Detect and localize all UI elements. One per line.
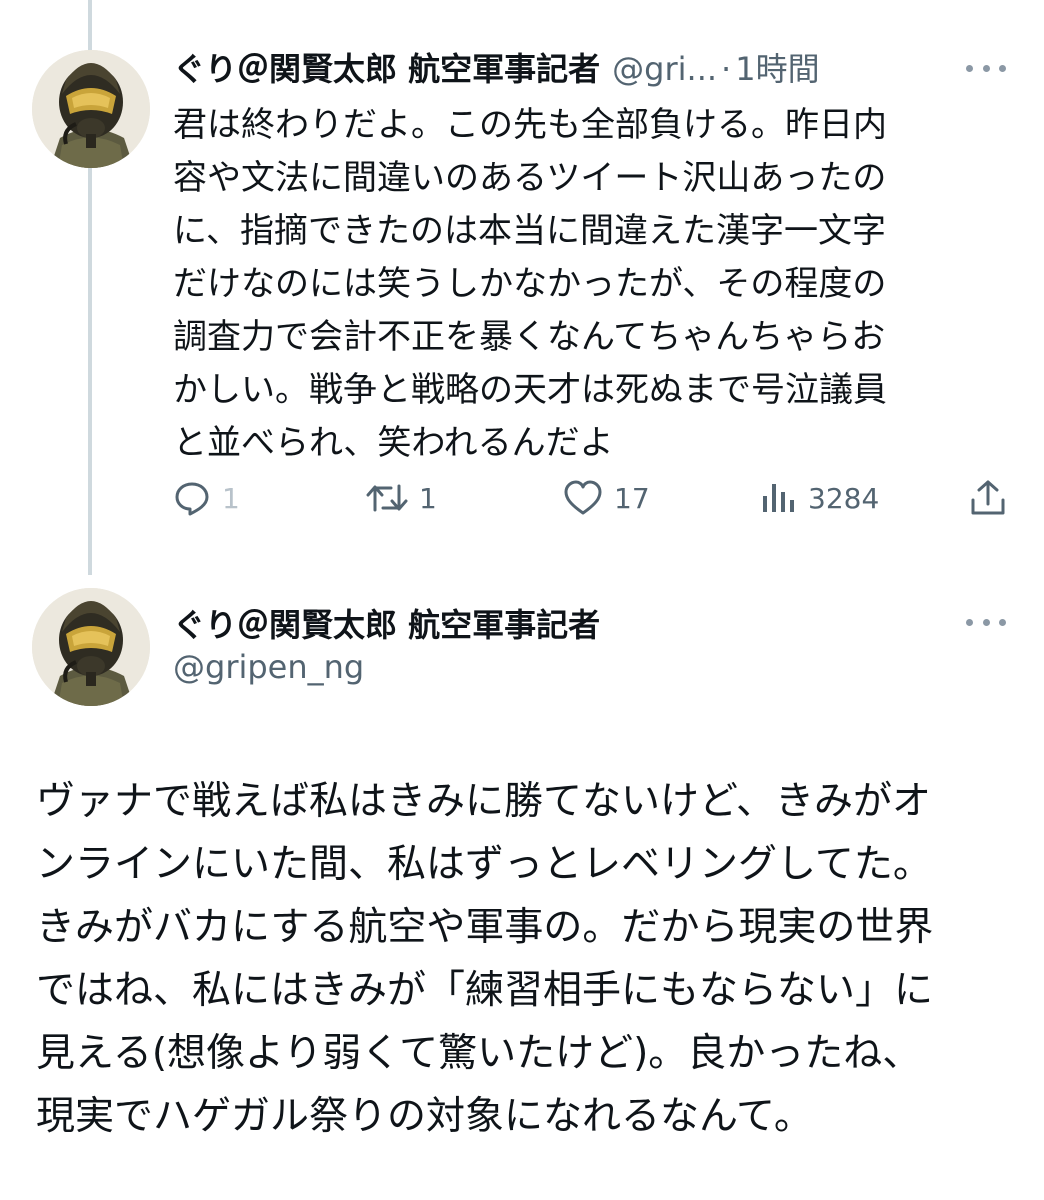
avatar[interactable]: [32, 50, 150, 168]
more-dot-icon: [982, 618, 990, 626]
retweet-button[interactable]: 1: [365, 470, 437, 526]
like-button[interactable]: 17: [562, 470, 650, 526]
display-name[interactable]: ぐり＠関賢太郎 航空軍事記者: [173, 44, 600, 90]
views-button[interactable]: 3284: [760, 470, 879, 526]
more-dot-icon: [966, 64, 973, 72]
handle[interactable]: @gripen_ng: [173, 648, 364, 686]
more-dot-icon: [999, 618, 1006, 626]
more-options-button[interactable]: [966, 58, 1006, 78]
separator: ·: [721, 50, 732, 88]
pilot-helmet-avatar-image: [32, 50, 150, 168]
handle[interactable]: @gri...: [612, 50, 717, 88]
retweet-count: 1: [419, 481, 437, 515]
share-button[interactable]: [968, 470, 1008, 526]
more-dot-icon: [999, 64, 1006, 72]
more-options-button[interactable]: [966, 612, 1006, 632]
retweet-arrows-icon: [366, 484, 408, 512]
tweet-text: ヴァナで戦えば私はきみに勝てないけど、きみがオ ンラインにいた間、私はずっとレベ…: [36, 779, 934, 1139]
like-count: 17: [614, 481, 650, 515]
display-name[interactable]: ぐり＠関賢太郎 航空軍事記者: [173, 600, 600, 646]
more-dot-icon: [966, 618, 973, 626]
heart-icon: [564, 480, 602, 515]
share-upload-icon: [971, 480, 1005, 515]
reply-header: ぐり＠関賢太郎 航空軍事記者 @gri... · 1時間: [173, 44, 963, 94]
avatar[interactable]: [32, 588, 150, 706]
reply-button[interactable]: 1: [172, 470, 240, 526]
reply-count: 1: [222, 481, 240, 515]
speech-bubble-icon: [175, 482, 209, 516]
timestamp[interactable]: 1時間: [735, 44, 819, 90]
bar-chart-icon: [763, 484, 794, 512]
tweet-actions: 1 1 17 3284: [172, 470, 1012, 526]
pilot-helmet-avatar-image: [32, 588, 150, 706]
more-dot-icon: [982, 64, 990, 72]
views-count: 3284: [808, 481, 880, 515]
tweet-text: 君は終わりだよ。この先も全部負ける。昨日内 容や文法に間違いのあるツイート沢山あ…: [173, 105, 887, 463]
